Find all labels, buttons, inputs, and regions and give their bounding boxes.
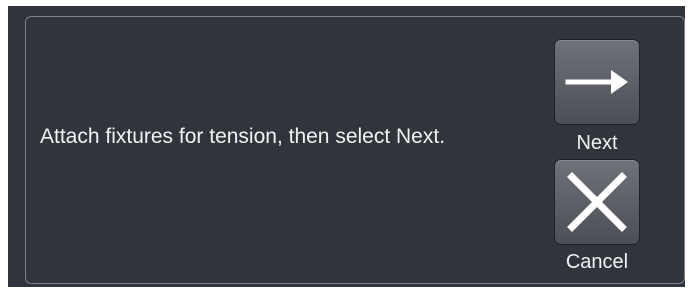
- next-button[interactable]: [554, 39, 640, 125]
- cancel-button[interactable]: [554, 159, 640, 245]
- next-button-label: Next: [576, 132, 618, 154]
- cancel-button-label: Cancel: [565, 251, 629, 273]
- close-x-icon: [567, 172, 627, 232]
- right-arrow-icon: [565, 70, 628, 94]
- instruction-dialog: Attach fixtures for tension, then select…: [25, 16, 685, 284]
- app-screen: Attach fixtures for tension, then select…: [8, 6, 685, 287]
- instruction-message: Attach fixtures for tension, then select…: [40, 125, 446, 148]
